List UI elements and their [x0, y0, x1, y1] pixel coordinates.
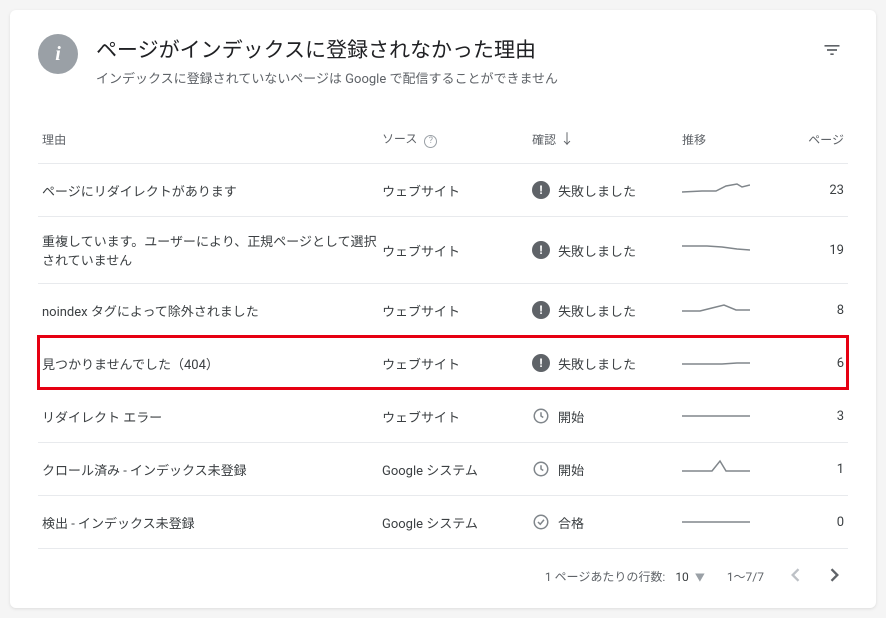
- table-row[interactable]: noindex タグによって除外されましたウェブサイト! 失敗しました 8: [38, 283, 848, 336]
- status-label: 合格: [558, 513, 584, 532]
- status-label: 失敗しました: [558, 181, 636, 200]
- trend-cell: [682, 178, 782, 202]
- table-row[interactable]: 見つかりませんでした（404）ウェブサイト! 失敗しました 6: [38, 336, 848, 389]
- error-icon: !: [532, 181, 550, 199]
- table-footer: 1 ページあたりの行数: 10 ▼ 1～7/7: [38, 548, 848, 590]
- filter-icon[interactable]: [816, 34, 848, 70]
- status-label: 失敗しました: [558, 241, 636, 260]
- status-cell: ! 失敗しました: [532, 354, 682, 373]
- col-header-pages[interactable]: ページ: [782, 131, 844, 148]
- source-cell: Google システム: [382, 513, 532, 532]
- reason-cell: リダイレクト エラー: [42, 407, 382, 426]
- col-header-trend[interactable]: 推移: [682, 131, 782, 148]
- trend-cell: [682, 404, 782, 428]
- info-icon: i: [38, 34, 78, 74]
- error-icon: !: [532, 301, 550, 319]
- table-row[interactable]: 重複しています。ユーザーにより、正規ページとして選択されていませんウェブサイト!…: [38, 216, 848, 283]
- reason-cell: 検出 - インデックス未登録: [42, 513, 382, 532]
- rows-per-page-value: 10: [675, 570, 689, 584]
- table-row[interactable]: クロール済み - インデックス未登録Google システム 開始 1: [38, 442, 848, 495]
- status-cell: 開始: [532, 407, 682, 426]
- col-header-status-label: 確認: [532, 131, 556, 148]
- status-cell: 合格: [532, 513, 682, 532]
- trend-cell: [682, 510, 782, 534]
- col-header-source[interactable]: ソース ?: [382, 130, 532, 148]
- source-cell: ウェブサイト: [382, 407, 532, 426]
- status-label: 失敗しました: [558, 301, 636, 320]
- header-text: ページがインデックスに登録されなかった理由 インデックスに登録されていないページ…: [96, 34, 816, 87]
- col-header-source-label: ソース: [382, 132, 417, 146]
- reason-cell: 重複しています。ユーザーにより、正規ページとして選択されていません: [42, 231, 382, 269]
- table-body: ページにリダイレクトがありますウェブサイト!失敗しました23重複しています。ユー…: [38, 163, 848, 548]
- error-icon: !: [532, 354, 550, 372]
- col-header-status[interactable]: 確認 ↓: [532, 129, 682, 149]
- rows-per-page: 1 ページあたりの行数: 10 ▼: [545, 568, 705, 585]
- trend-cell: [682, 298, 782, 322]
- source-cell: ウェブサイト: [382, 301, 532, 320]
- pages-cell: 3: [782, 409, 844, 424]
- status-label: 失敗しました: [558, 354, 636, 373]
- pages-cell: 19: [782, 243, 844, 258]
- pages-cell: 0: [782, 515, 844, 530]
- prev-page-button[interactable]: [786, 563, 804, 590]
- table-header-row: 理由 ソース ? 確認 ↓ 推移 ページ: [38, 115, 848, 163]
- trend-cell: [682, 457, 782, 481]
- table-row[interactable]: リダイレクト エラーウェブサイト 開始 3: [38, 389, 848, 442]
- status-label: 開始: [558, 460, 584, 479]
- clock-icon: [532, 407, 550, 425]
- rows-per-page-select[interactable]: 10 ▼: [675, 569, 705, 584]
- source-cell: Google システム: [382, 460, 532, 479]
- table-row[interactable]: ページにリダイレクトがありますウェブサイト! 失敗しました 23: [38, 163, 848, 216]
- reason-cell: クロール済み - インデックス未登録: [42, 460, 382, 479]
- reason-cell: 見つかりませんでした（404）: [42, 354, 382, 373]
- rows-per-page-label: 1 ページあたりの行数:: [545, 568, 665, 585]
- check-icon: [532, 513, 550, 531]
- col-header-reason[interactable]: 理由: [42, 131, 382, 148]
- index-reasons-card: i ページがインデックスに登録されなかった理由 インデックスに登録されていないペ…: [10, 10, 876, 608]
- status-cell: ! 失敗しました: [532, 301, 682, 320]
- pages-cell: 23: [782, 183, 844, 198]
- status-cell: 開始: [532, 460, 682, 479]
- error-icon: !: [532, 241, 550, 259]
- card-title: ページがインデックスに登録されなかった理由: [96, 34, 816, 64]
- dropdown-icon: ▼: [695, 569, 705, 584]
- card-subtitle: インデックスに登録されていないページは Google で配信することができません: [96, 68, 816, 87]
- reason-cell: noindex タグによって除外されました: [42, 301, 382, 320]
- status-cell: ! 失敗しました: [532, 181, 682, 200]
- status-cell: ! 失敗しました: [532, 241, 682, 260]
- sort-arrow-icon: ↓: [560, 129, 574, 149]
- clock-icon: [532, 460, 550, 478]
- pagination-range: 1～7/7: [727, 568, 764, 585]
- trend-cell: [682, 351, 782, 375]
- source-cell: ウェブサイト: [382, 241, 532, 260]
- source-cell: ウェブサイト: [382, 181, 532, 200]
- card-header: i ページがインデックスに登録されなかった理由 インデックスに登録されていないペ…: [38, 34, 848, 87]
- pages-cell: 6: [782, 356, 844, 371]
- help-icon[interactable]: ?: [424, 135, 437, 148]
- status-label: 開始: [558, 407, 584, 426]
- next-page-button[interactable]: [826, 563, 844, 590]
- source-cell: ウェブサイト: [382, 354, 532, 373]
- pages-cell: 1: [782, 462, 844, 477]
- table-row[interactable]: 検出 - インデックス未登録Google システム 合格 0: [38, 495, 848, 548]
- reason-cell: ページにリダイレクトがあります: [42, 181, 382, 200]
- pages-cell: 8: [782, 303, 844, 318]
- trend-cell: [682, 238, 782, 262]
